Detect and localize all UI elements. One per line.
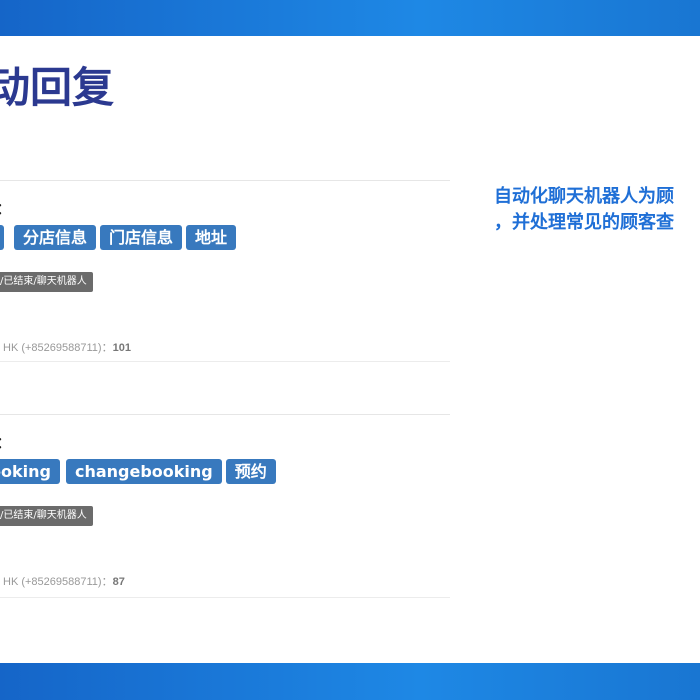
status-badge: /已结束/聊天机器人 bbox=[0, 506, 93, 526]
keyword-tag[interactable]: 门店信息 bbox=[100, 225, 183, 250]
status-badge: /已结束/聊天机器人 bbox=[0, 272, 93, 292]
keyword-tag[interactable]: 地址 bbox=[186, 225, 237, 250]
entry-meta: HK (+85269588711)：101 bbox=[3, 339, 131, 355]
slide-content: 动回复 自动化聊天机器人为顾 ，并处理常见的顾客查 ： 分店信息门店信息地址 /… bbox=[0, 36, 700, 663]
entry-meta: HK (+85269588711)：87 bbox=[3, 573, 125, 589]
entry-label: ： bbox=[0, 429, 12, 453]
keyword-tag[interactable]: 预约 bbox=[225, 459, 276, 484]
keyword-tag[interactable]: changebooking bbox=[65, 459, 222, 484]
entry-meta-count: 87 bbox=[112, 576, 125, 588]
side-note-line-2: ，并处理常见的顾客查 bbox=[494, 212, 674, 233]
keyword-tag-list: ookingchangebooking预约 bbox=[0, 459, 280, 485]
slide-title: 动回复 bbox=[0, 63, 115, 112]
entry-meta-phone: HK (+85269588711)： bbox=[3, 342, 113, 354]
slide-top-bar bbox=[0, 0, 700, 36]
keyword-tag[interactable]: 分店信息 bbox=[14, 225, 97, 250]
side-note: 自动化聊天机器人为顾 ，并处理常见的顾客查 bbox=[494, 184, 674, 236]
keyword-entry: ： ookingchangebooking预约 /已结束/聊天机器人 HK (+… bbox=[0, 414, 450, 598]
entry-meta-count: 101 bbox=[112, 342, 131, 354]
keyword-tag[interactable]: ooking bbox=[0, 459, 60, 484]
keyword-tag[interactable] bbox=[0, 225, 4, 250]
keyword-entry: ： 分店信息门店信息地址 /已结束/聊天机器人 HK (+85269588711… bbox=[0, 180, 450, 362]
side-note-line-1: 自动化聊天机器人为顾 bbox=[494, 186, 674, 207]
keyword-tag-list: 分店信息 门店信息 地址 bbox=[0, 225, 240, 251]
entry-meta-phone: HK (+85269588711)： bbox=[3, 576, 113, 588]
slide-bottom-bar bbox=[0, 663, 700, 700]
entry-label: ： bbox=[0, 195, 12, 219]
